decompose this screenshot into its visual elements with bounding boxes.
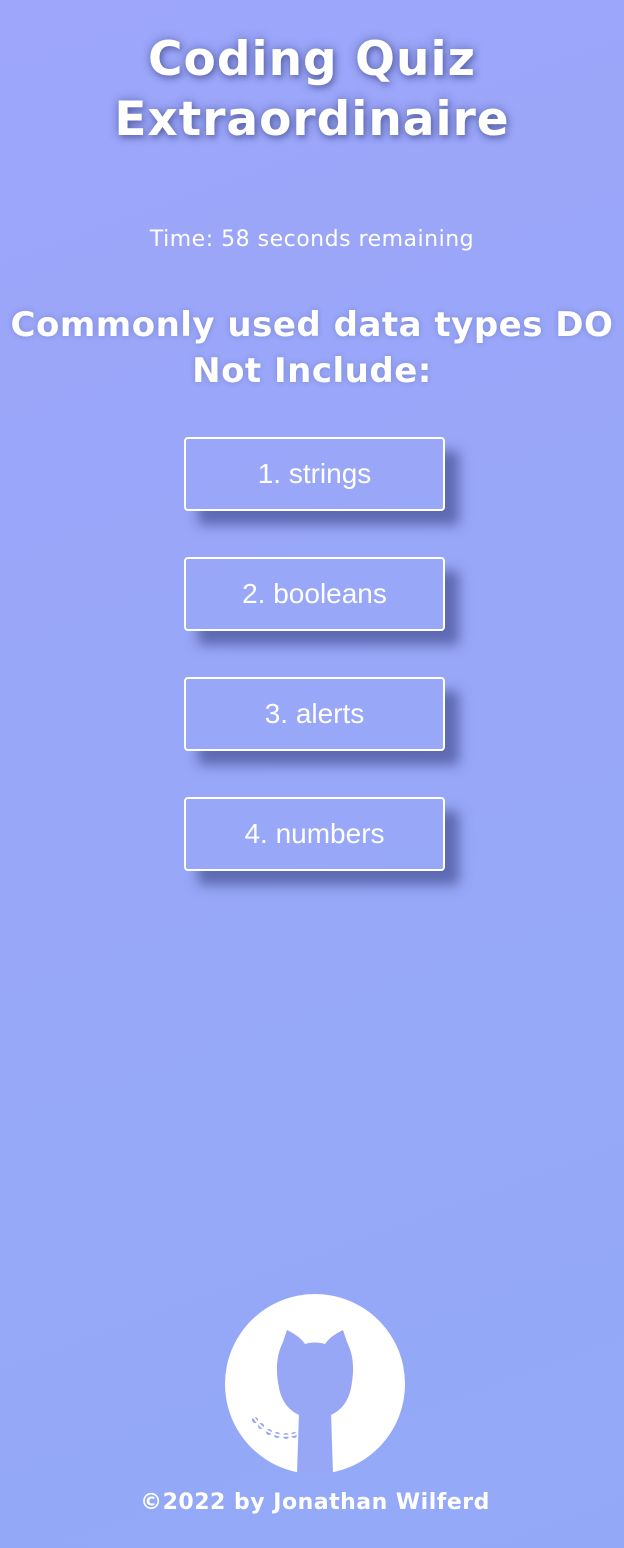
answer-button-3[interactable]: 3. alerts xyxy=(184,677,445,751)
page-title: Coding Quiz Extraordinaire xyxy=(0,30,624,150)
title-line-1: Coding Quiz xyxy=(148,32,476,87)
title-line-2: Extraordinaire xyxy=(114,92,510,147)
answer-button-4[interactable]: 4. numbers xyxy=(184,797,445,871)
question-text: Commonly used data types DO Not Include: xyxy=(10,305,614,391)
copyright-text: ©2022 by Jonathan Wilferd xyxy=(140,1490,490,1515)
answer-button-1[interactable]: 1. strings xyxy=(184,437,445,511)
github-icon[interactable] xyxy=(225,1294,405,1474)
timer-text: Time: 58 seconds remaining xyxy=(149,227,475,252)
answer-button-2[interactable]: 2. booleans xyxy=(184,557,445,631)
